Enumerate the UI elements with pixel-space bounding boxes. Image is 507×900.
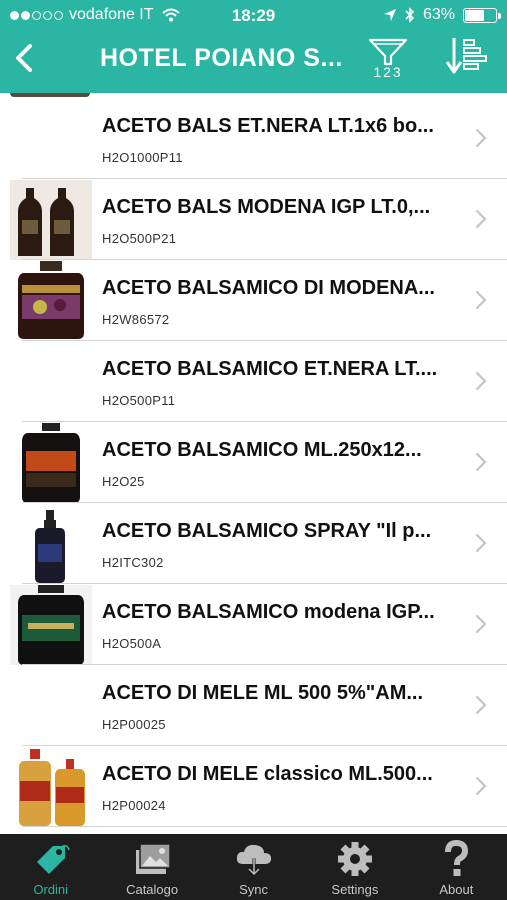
location-arrow-icon bbox=[383, 9, 396, 21]
tab-ordini[interactable]: Ordini bbox=[0, 834, 101, 900]
page-title: HOTEL POIANO S... bbox=[100, 44, 343, 72]
product-list[interactable]: ACETO BALS ET.NERA LT.1x6 bo... H2O1000P1… bbox=[0, 93, 507, 834]
app-header: vodafone IT 18:29 63% HOTEL POIANO S... … bbox=[0, 0, 507, 93]
product-name: ACETO BALSAMICO modena IGP... bbox=[102, 601, 435, 623]
product-name: ACETO BALSAMICO ML.250x12... bbox=[102, 439, 422, 461]
product-row[interactable]: ACETO DI MELE classico ML.500... H2P00024 bbox=[0, 746, 507, 827]
product-code: H2O500P11 bbox=[102, 393, 176, 408]
tab-label: Settings bbox=[331, 882, 379, 897]
product-name: ACETO DI MELE ML 500 5%"AM... bbox=[102, 682, 424, 704]
bluetooth-icon bbox=[405, 7, 415, 23]
status-bar: vodafone IT 18:29 63% bbox=[0, 0, 507, 32]
product-image bbox=[10, 180, 92, 260]
back-chevron-icon[interactable] bbox=[8, 38, 44, 78]
product-row[interactable]: ACETO BALSAMICO ML.250x12... H2O25 bbox=[0, 422, 507, 503]
battery-percent: 63% bbox=[422, 6, 455, 23]
product-code: H2O500A bbox=[102, 636, 162, 651]
product-row[interactable]: ACETO BALSAMICO SPRAY "Il p... H2ITC302 bbox=[0, 503, 507, 584]
battery-icon bbox=[463, 7, 501, 23]
product-name: ACETO BALS ET.NERA LT.1x6 bo... bbox=[102, 115, 434, 137]
product-image bbox=[10, 747, 92, 827]
product-code: H2P00024 bbox=[102, 798, 166, 813]
product-image bbox=[10, 666, 92, 746]
filter-funnel-icon[interactable]: 123 bbox=[366, 34, 410, 80]
product-code: H2P00025 bbox=[102, 717, 166, 732]
product-row[interactable]: ACETO BALSAMICO DI MODENA... H2W86572 bbox=[0, 260, 507, 341]
previous-row-image-edge bbox=[10, 93, 90, 97]
filter-label: 123 bbox=[373, 64, 402, 80]
tab-label: About bbox=[439, 882, 474, 897]
navigation-bar: HOTEL POIANO S... 123 bbox=[0, 32, 507, 93]
tab-label: Sync bbox=[239, 882, 268, 897]
product-code: H2O1000P11 bbox=[102, 150, 183, 165]
product-row[interactable]: ACETO BALS MODENA IGP LT.0,... H2O500P21 bbox=[0, 179, 507, 260]
chevron-right-icon bbox=[475, 533, 487, 553]
cloud-sync-icon bbox=[236, 844, 271, 877]
chevron-right-icon bbox=[475, 128, 487, 148]
product-row[interactable]: ACETO BALS ET.NERA LT.1x6 bo... H2O1000P1… bbox=[0, 98, 507, 179]
product-code: H2W86572 bbox=[102, 312, 170, 327]
product-name: ACETO BALSAMICO SPRAY "Il p... bbox=[102, 520, 432, 542]
product-image bbox=[10, 423, 92, 503]
tab-catalogo[interactable]: Catalogo bbox=[101, 834, 202, 900]
question-icon bbox=[445, 840, 469, 876]
battery-fill bbox=[465, 9, 484, 21]
chevron-right-icon bbox=[475, 371, 487, 391]
product-name: ACETO BALS MODENA IGP LT.0,... bbox=[102, 196, 431, 218]
tab-sync[interactable]: Sync bbox=[203, 834, 304, 900]
product-name: ACETO BALSAMICO DI MODENA... bbox=[102, 277, 435, 299]
product-row[interactable]: ACETO BALSAMICO modena IGP... H2O500A bbox=[0, 584, 507, 665]
catalog-icon bbox=[136, 843, 171, 874]
chevron-right-icon bbox=[475, 452, 487, 472]
gear-icon bbox=[337, 842, 372, 876]
chevron-right-icon bbox=[475, 209, 487, 229]
status-right: 63% bbox=[383, 6, 501, 24]
chevron-right-icon bbox=[475, 776, 487, 796]
product-image bbox=[10, 504, 92, 584]
product-code: H2O500P21 bbox=[102, 231, 177, 246]
tab-bar: Ordini Catalogo Sync Settings About bbox=[0, 834, 507, 900]
product-image bbox=[10, 585, 92, 665]
tab-settings[interactable]: Settings bbox=[304, 834, 405, 900]
row-separator bbox=[22, 826, 507, 827]
product-name: ACETO BALSAMICO ET.NERA LT.... bbox=[102, 358, 438, 380]
chevron-right-icon bbox=[475, 695, 487, 715]
tab-label: Catalogo bbox=[126, 882, 179, 897]
chevron-right-icon bbox=[475, 614, 487, 634]
product-row[interactable]: ACETO BALSAMICO ET.NERA LT.... H2O500P11 bbox=[0, 341, 507, 422]
product-row[interactable]: ACETO DI MELE ML 500 5%"AM... H2P00025 bbox=[0, 665, 507, 746]
product-code: H2ITC302 bbox=[102, 555, 164, 570]
product-image bbox=[10, 99, 92, 179]
product-name: ACETO DI MELE classico ML.500... bbox=[102, 763, 433, 785]
tab-label: Ordini bbox=[33, 882, 69, 897]
product-code: H2O25 bbox=[102, 474, 145, 489]
product-image bbox=[10, 342, 92, 422]
sort-order-icon[interactable] bbox=[446, 36, 488, 80]
tag-icon bbox=[36, 844, 70, 874]
product-image bbox=[10, 261, 92, 341]
tab-about[interactable]: About bbox=[406, 834, 507, 900]
chevron-right-icon bbox=[475, 290, 487, 310]
